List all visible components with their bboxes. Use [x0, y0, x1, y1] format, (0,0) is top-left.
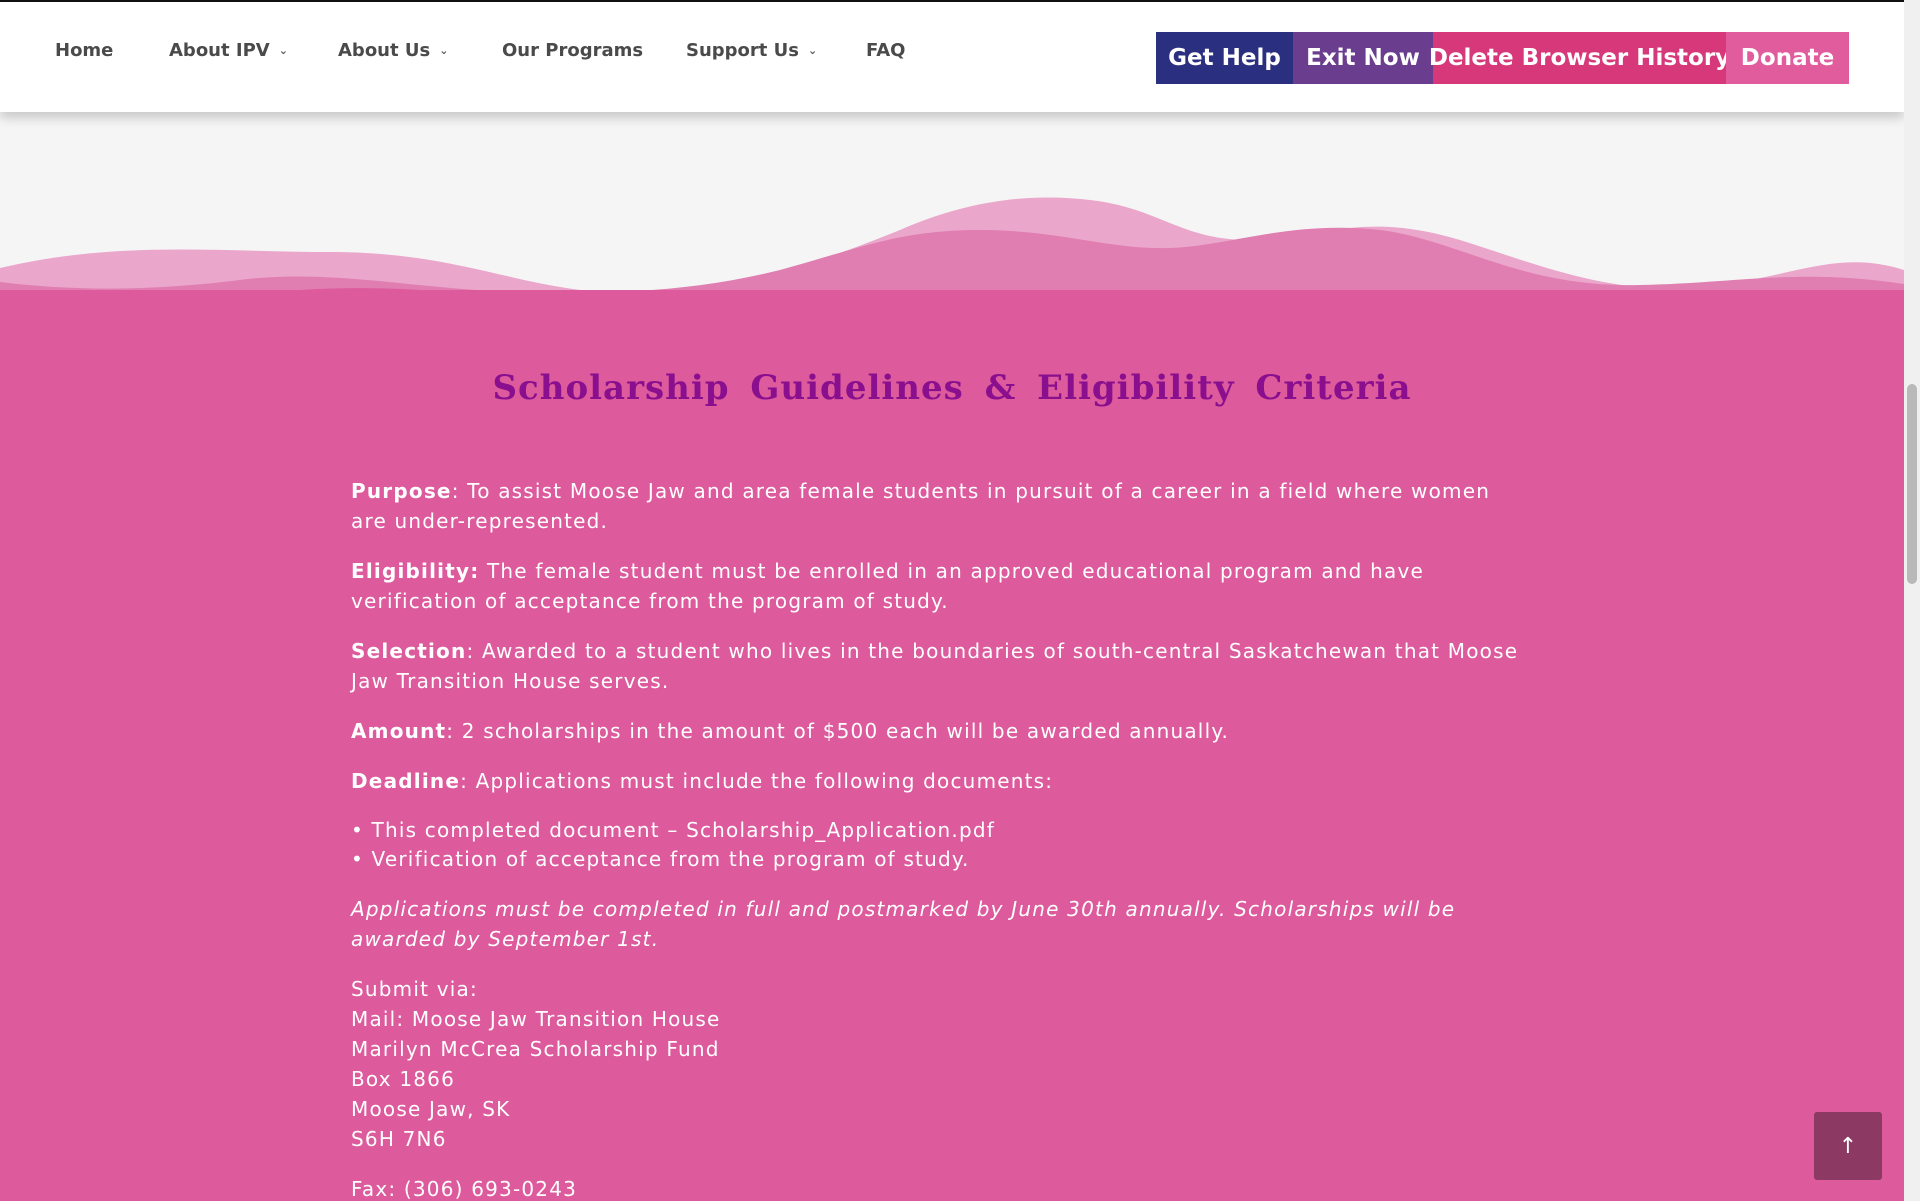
address-line: Moose Jaw, SK: [351, 1097, 511, 1121]
nav-label: About IPV: [169, 39, 270, 61]
nav-faq[interactable]: FAQ: [866, 36, 926, 64]
deadline-label: Deadline: [351, 769, 461, 793]
list-item: • Verification of acceptance from the pr…: [351, 847, 970, 871]
site-header: Home About IPV ⌄ About Us ⌄ Our Programs S…: [0, 0, 1904, 112]
scrollbar[interactable]: [1904, 0, 1920, 1201]
nav-about-us[interactable]: About Us ⌄: [338, 36, 502, 64]
submit-address: Submit via: Mail: Moose Jaw Transition H…: [351, 974, 1531, 1154]
chevron-down-icon: ⌄: [439, 43, 449, 57]
address-line: Mail: Moose Jaw Transition House: [351, 1007, 721, 1031]
chevron-down-icon: ⌄: [278, 43, 288, 57]
nav-label: Home: [55, 39, 114, 61]
eligibility-paragraph: Eligibility: The female student must be …: [351, 556, 1531, 616]
section-heading: Scholarship Guidelines & Eligibility Cri…: [492, 368, 1412, 408]
eligibility-label: Eligibility:: [351, 559, 480, 583]
selection-label: Selection: [351, 639, 467, 663]
list-item: • This completed document – Scholarship_…: [351, 818, 995, 842]
address-line: Submit via:: [351, 977, 478, 1001]
address-line: S6H 7N6: [351, 1127, 447, 1151]
main-nav: Home About IPV ⌄ About Us ⌄ Our Programs S…: [55, 36, 926, 64]
exit-now-button[interactable]: Exit Now: [1293, 32, 1433, 84]
purpose-text: : To assist Moose Jaw and area female st…: [351, 479, 1491, 533]
nav-our-programs[interactable]: Our Programs: [502, 36, 686, 64]
delete-browser-history-button[interactable]: Delete Browser History: [1429, 32, 1730, 84]
address-line: Box 1866: [351, 1067, 456, 1091]
amount-label: Amount: [351, 719, 447, 743]
nav-support-us[interactable]: Support Us ⌄: [686, 36, 866, 64]
nav-about-ipv[interactable]: About IPV ⌄: [169, 36, 338, 64]
nav-label: Support Us: [686, 39, 799, 61]
donate-button[interactable]: Donate: [1726, 32, 1849, 84]
nav-home[interactable]: Home: [55, 36, 169, 64]
purpose-paragraph: Purpose: To assist Moose Jaw and area fe…: [351, 476, 1531, 536]
get-help-button[interactable]: Get Help: [1156, 32, 1293, 84]
nav-label: FAQ: [866, 39, 906, 61]
fax-number: Fax: (306) 693-0243: [351, 1177, 578, 1201]
chevron-down-icon: ⌄: [808, 43, 818, 57]
eligibility-text: The female student must be enrolled in a…: [351, 559, 1425, 613]
deadline-note: Applications must be completed in full a…: [351, 897, 1456, 951]
document-list: • This completed document – Scholarship_…: [351, 816, 1531, 874]
header-actions: Get Help Exit Now Delete Browser History…: [1156, 32, 1849, 84]
back-to-top-button[interactable]: ↑: [1814, 1112, 1882, 1180]
nav-label: About Us: [338, 39, 431, 61]
deadline-text: : Applications must include the followin…: [460, 769, 1054, 793]
amount-text: : 2 scholarships in the amount of $500 e…: [446, 719, 1230, 743]
amount-paragraph: Amount: 2 scholarships in the amount of …: [351, 716, 1531, 746]
arrow-up-icon: ↑: [1838, 1133, 1858, 1159]
selection-paragraph: Selection: Awarded to a student who live…: [351, 636, 1531, 696]
guidelines-content: Purpose: To assist Moose Jaw and area fe…: [351, 476, 1531, 1201]
nav-label: Our Programs: [502, 39, 644, 61]
deadline-paragraph: Deadline: Applications must include the …: [351, 766, 1531, 796]
purpose-label: Purpose: [351, 479, 452, 503]
address-line: Marilyn McCrea Scholarship Fund: [351, 1037, 720, 1061]
scrollbar-thumb[interactable]: [1907, 384, 1917, 584]
selection-text: : Awarded to a student who lives in the …: [351, 639, 1519, 693]
